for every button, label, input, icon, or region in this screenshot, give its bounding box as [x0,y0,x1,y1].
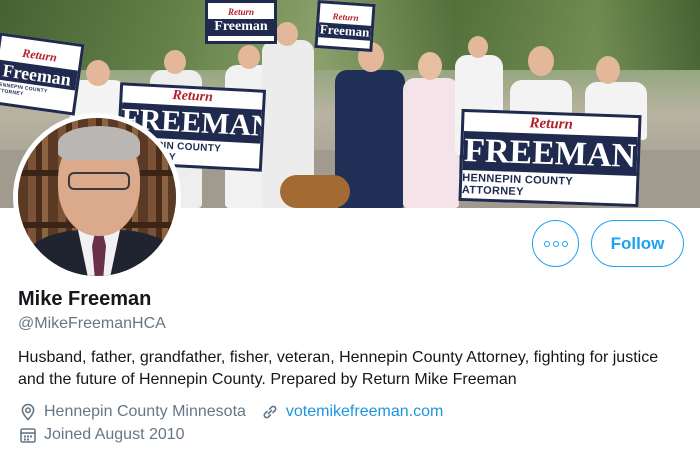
sign-return-text: Return [227,7,254,18]
supporter-head [596,56,620,84]
supporter-head [528,46,554,76]
supporter [403,78,459,208]
supporter-head [164,50,186,74]
supporter-head [86,60,110,86]
profile-meta-joined-row: Joined August 2010 [18,425,185,445]
sign-subtitle-text: HENNEPIN COUNTY ATTORNEY [461,171,574,199]
more-options-icon [543,240,550,247]
avatar-hair [58,126,140,160]
supporter-head [418,52,442,80]
dog [280,175,350,208]
sign-name-text: Freeman [208,19,274,36]
more-options-icon [552,240,559,247]
campaign-sign: Return Freeman [314,0,376,52]
link-icon [260,402,280,422]
profile-website-link[interactable]: votemikefreeman.com [286,403,443,421]
campaign-sign: Return FREEMAN HENNEPIN COUNTY ATTORNEY [458,108,642,208]
profile-location: Hennepin County Minnesota [44,403,246,420]
sign-return-text: Return [172,87,214,105]
user-handle: @MikeFreemanHCA [18,315,166,332]
profile-bio: Husband, father, grandfather, fisher, ve… [18,349,659,388]
profile-avatar[interactable] [13,113,181,281]
sign-name-text: Freeman [318,21,372,41]
campaign-sign: Return Freeman HENNEPIN COUNTY ATTORNEY [0,32,85,116]
avatar-glasses [68,172,130,190]
profile-website-wrap: votemikefreeman.com [260,402,443,422]
supporter-head [238,45,260,69]
campaign-sign: Return Freeman [205,0,277,44]
supporter-head [468,36,488,58]
location-pin-icon [18,402,38,422]
display-name: Mike Freeman [18,288,152,310]
more-options-icon [561,240,568,247]
calendar-icon [18,425,38,445]
follow-button[interactable]: Follow [591,220,684,267]
supporter-head [276,22,298,46]
sign-name-text: FREEMAN [462,130,638,176]
profile-meta-location-row: Hennepin County Minnesota votemikefreema… [18,402,443,422]
sign-return-text: Return [332,11,359,23]
profile-joined-date: Joined August 2010 [44,426,185,443]
more-options-button[interactable] [532,220,579,267]
sign-return-text: Return [21,45,58,65]
sign-return-text: Return [529,115,574,133]
